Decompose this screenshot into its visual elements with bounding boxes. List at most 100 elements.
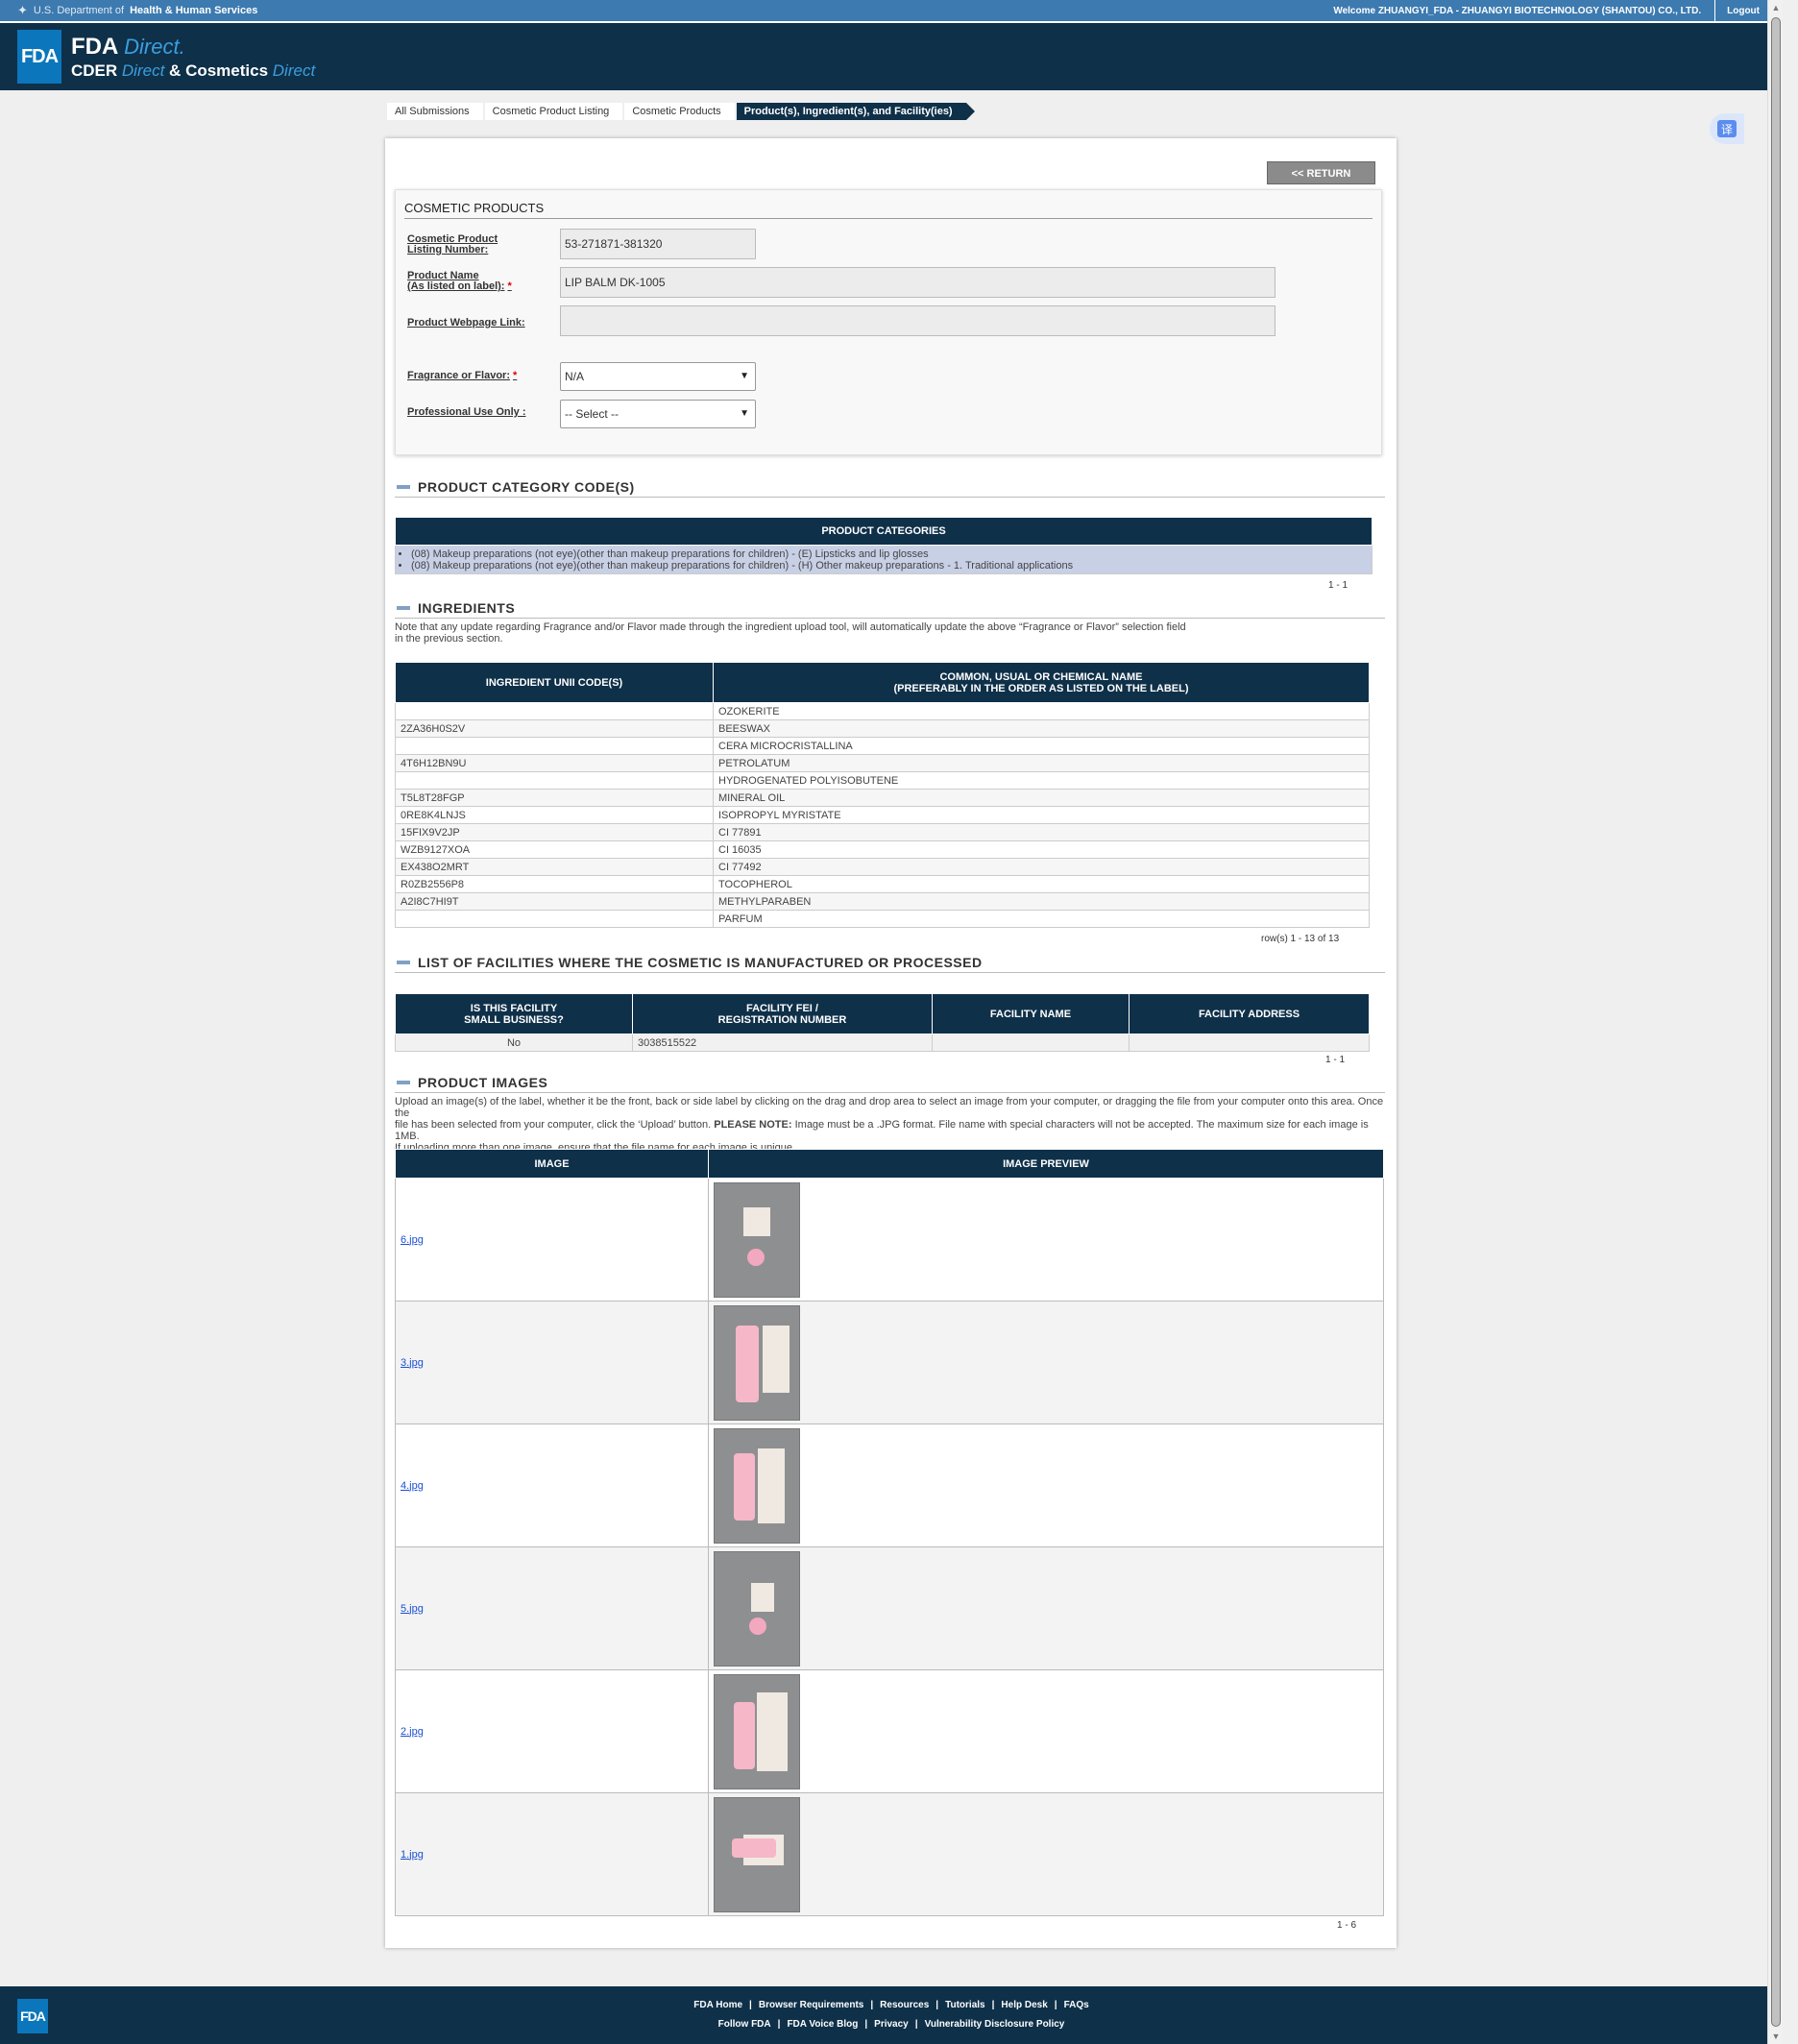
footer-link[interactable]: Browser Requirements — [759, 2000, 863, 2010]
footer-link[interactable]: FDA Home — [693, 2000, 742, 2010]
fei-cell: 3038515522 — [632, 1034, 933, 1052]
unii-cell: 4T6H12BN9U — [395, 754, 714, 772]
table-row: 1.jpg — [395, 1792, 1384, 1916]
footer-link[interactable]: FAQs — [1064, 2000, 1089, 2010]
brand-cosmetics: Cosmetics — [185, 61, 269, 80]
table-row[interactable]: PARFUM — [395, 910, 1370, 928]
translate-icon[interactable]: 译 — [1710, 113, 1744, 144]
table-row[interactable]: WZB9127XOA CI 16035 — [395, 840, 1370, 859]
ingredients-note: Note that any update regarding Fragrance… — [395, 621, 1186, 645]
table-row[interactable]: OZOKERITE — [395, 702, 1370, 720]
chemical-name-cell: CI 77891 — [713, 823, 1370, 841]
breadcrumb-cosmetic-products[interactable]: Cosmetic Products — [624, 103, 735, 120]
footer-link[interactable]: FDA Voice Blog — [787, 2019, 858, 2030]
image-preview-thumbnail[interactable] — [714, 1796, 800, 1912]
image-preview-thumbnail[interactable] — [714, 1427, 800, 1544]
footer-link[interactable]: Follow FDA — [718, 2019, 771, 2030]
chemical-name-cell: BEESWAX — [713, 719, 1370, 738]
chemical-name-column-header: COMMON, USUAL OR CHEMICAL NAME (PREFERABL… — [713, 662, 1370, 703]
footer-separator: | — [777, 2019, 781, 2030]
webpage-field[interactable] — [560, 305, 1276, 336]
brand-direct2: Direct — [121, 61, 165, 80]
image-preview-thumbnail[interactable] — [714, 1181, 800, 1298]
small-business-cell: No — [395, 1034, 633, 1052]
site-footer: FDA FDA Home | Browser Requirements | Resour… — [0, 1986, 1783, 2044]
table-row[interactable]: CERA MICROCRISTALLINA — [395, 737, 1370, 755]
product-name-label: Product Name (As listed on label): * — [407, 270, 512, 292]
professional-use-select[interactable]: -- Select -- ▼ — [560, 400, 756, 428]
chemical-name-cell: PETROLATUM — [713, 754, 1370, 772]
breadcrumb-cosmetic-product-listing[interactable]: Cosmetic Product Listing — [484, 103, 623, 120]
breadcrumb-current: Product(s), Ingredient(s), and Facility(… — [736, 103, 975, 120]
brand-direct: Direct — [124, 34, 180, 59]
chevron-down-icon: ▼ — [740, 408, 749, 419]
chemical-name-cell: METHYLPARABEN — [713, 892, 1370, 911]
table-row[interactable]: 15FIX9V2JP CI 77891 — [395, 823, 1370, 841]
table-row[interactable]: EX438O2MRT CI 77492 — [395, 858, 1370, 876]
facilities-count: 1 - 1 — [1325, 1055, 1346, 1065]
collapse-icon[interactable] — [397, 1081, 410, 1084]
table-row: 4.jpg — [395, 1424, 1384, 1547]
image-file-link[interactable]: 4.jpg — [401, 1480, 424, 1492]
logout-link[interactable]: Logout — [1727, 6, 1760, 16]
facilities-section-header[interactable]: LIST OF FACILITIES WHERE THE COSMETIC IS… — [395, 955, 1385, 973]
brand-amp: & — [169, 61, 182, 80]
category-section-header[interactable]: PRODUCT CATEGORY CODE(S) — [395, 479, 1385, 498]
table-row[interactable]: No 3038515522 — [395, 1034, 1370, 1052]
fda-logo[interactable]: FDA — [17, 30, 61, 84]
table-row: 6.jpg — [395, 1178, 1384, 1302]
image-preview-thumbnail[interactable] — [714, 1550, 800, 1667]
image-preview-column-header: IMAGE PREVIEW — [708, 1149, 1384, 1179]
product-categories-header: PRODUCT CATEGORIES — [395, 517, 1373, 546]
table-row[interactable]: 4T6H12BN9U PETROLATUM — [395, 754, 1370, 772]
image-file-link[interactable]: 1.jpg — [401, 1849, 424, 1861]
table-row: 3.jpg — [395, 1301, 1384, 1424]
table-row[interactable]: R0ZB2556P8 TOCOPHEROL — [395, 875, 1370, 893]
footer-link[interactable]: Privacy — [874, 2019, 909, 2030]
image-file-link[interactable]: 2.jpg — [401, 1726, 424, 1738]
image-column-header: IMAGE — [395, 1149, 709, 1179]
image-file-link[interactable]: 3.jpg — [401, 1357, 424, 1369]
collapse-icon[interactable] — [397, 606, 410, 610]
brand-fda: FDA — [71, 33, 118, 60]
table-row[interactable]: T5L8T28FGP MINERAL OIL — [395, 789, 1370, 807]
unii-cell — [395, 702, 714, 720]
webpage-label: Product Webpage Link: — [407, 317, 525, 328]
scrollbar-thumb[interactable] — [1771, 17, 1781, 2027]
footer-link[interactable]: Resources — [880, 2000, 929, 2010]
scroll-up-icon[interactable]: ▲ — [1771, 3, 1781, 12]
footer-link[interactable]: Tutorials — [945, 2000, 984, 2010]
footer-link[interactable]: Help Desk — [1001, 2000, 1047, 2010]
image-preview-thumbnail[interactable] — [714, 1304, 800, 1421]
collapse-icon[interactable] — [397, 961, 410, 964]
unii-cell — [395, 910, 714, 928]
chemical-name-cell: ISOPROPYL MYRISTATE — [713, 806, 1370, 824]
chemical-name-cell: HYDROGENATED POLYISOBUTENE — [713, 771, 1370, 790]
table-row[interactable]: A2I8C7HI9T METHYLPARABEN — [395, 892, 1370, 911]
page-scrollbar[interactable]: ▲ ▼ — [1767, 0, 1783, 2044]
collapse-icon[interactable] — [397, 485, 410, 489]
breadcrumb-all-submissions[interactable]: All Submissions — [387, 103, 483, 120]
footer-link[interactable]: Vulnerability Disclosure Policy — [925, 2019, 1065, 2030]
image-preview-thumbnail[interactable] — [714, 1673, 800, 1789]
table-row[interactable]: 0RE8K4LNJS ISOPROPYL MYRISTATE — [395, 806, 1370, 824]
unii-cell: 0RE8K4LNJS — [395, 806, 714, 824]
cosmetic-products-panel: COSMETIC PRODUCTS Cosmetic Product Listin… — [395, 189, 1382, 455]
facility-name-header: FACILITY NAME — [932, 993, 1130, 1034]
footer-separator: | — [864, 2019, 868, 2030]
fragrance-select[interactable]: N/A ▼ — [560, 362, 756, 391]
images-section-header[interactable]: PRODUCT IMAGES — [395, 1075, 1385, 1093]
page: ✦ U.S. Department of Health & Human Serv… — [0, 0, 1783, 2044]
return-button[interactable]: << RETURN — [1267, 161, 1375, 184]
listing-number-field[interactable]: 53-271871-381320 — [560, 229, 756, 259]
ingredients-section-header[interactable]: INGREDIENTS — [395, 600, 1385, 619]
product-name-field[interactable]: LIP BALM DK-1005 — [560, 267, 1276, 298]
table-row[interactable]: HYDROGENATED POLYISOBUTENE — [395, 771, 1370, 790]
hhs-prefix: U.S. Department of — [33, 5, 125, 16]
image-file-link[interactable]: 6.jpg — [401, 1234, 424, 1246]
facility-address-header: FACILITY ADDRESS — [1129, 993, 1370, 1034]
scroll-down-icon[interactable]: ▼ — [1771, 2032, 1781, 2041]
table-row[interactable]: 2ZA36H0S2V BEESWAX — [395, 719, 1370, 738]
product-categories-table: PRODUCT CATEGORIES (08) Makeup preparati… — [395, 517, 1373, 574]
image-file-link[interactable]: 5.jpg — [401, 1603, 424, 1615]
